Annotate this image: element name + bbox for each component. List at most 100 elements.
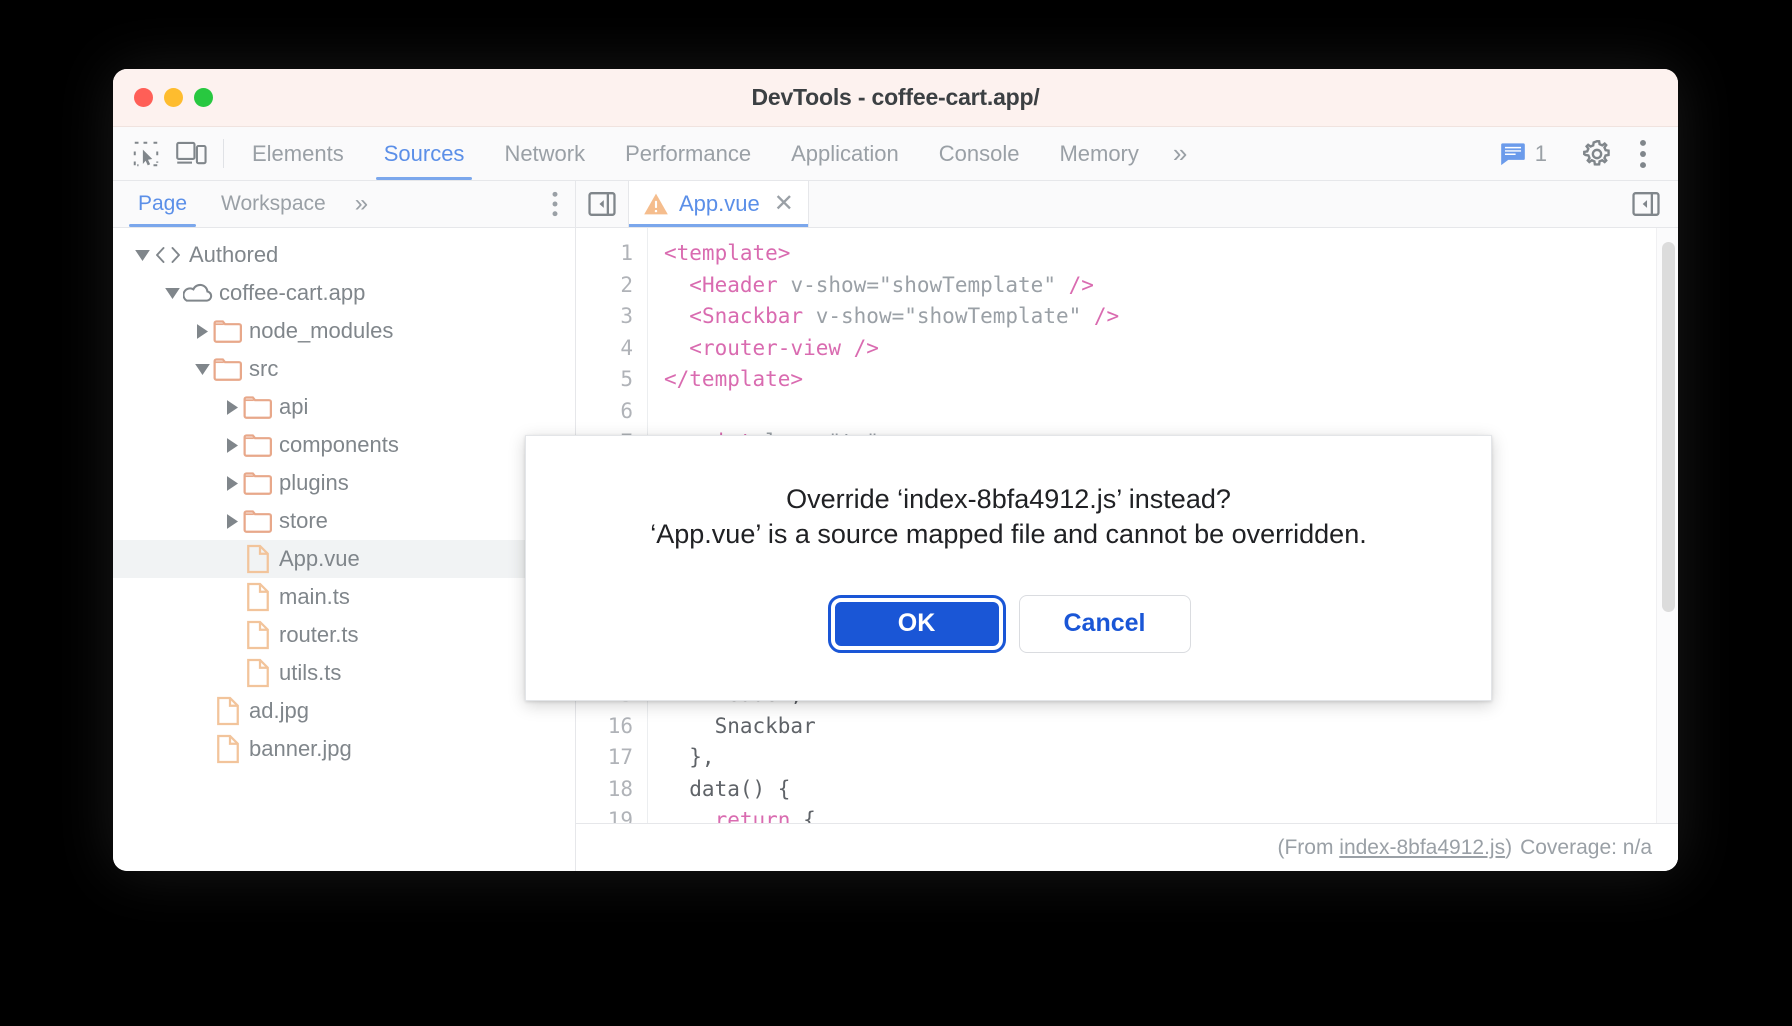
twisty-down-icon[interactable] (191, 364, 213, 375)
tree-row-label: banner.jpg (249, 736, 352, 762)
gear-icon[interactable] (1574, 138, 1620, 170)
code-line[interactable]: <template> (664, 238, 1678, 270)
tree-row[interactable]: App.vue (113, 540, 575, 578)
vertical-dots-icon[interactable] (1620, 138, 1666, 170)
twisty-right-icon[interactable] (221, 476, 243, 491)
file-icon (213, 734, 243, 764)
cancel-button[interactable]: Cancel (1019, 595, 1191, 653)
twisty-right-icon[interactable] (191, 324, 213, 339)
tree-row[interactable]: ad.jpg (113, 692, 575, 730)
code-line[interactable]: return { (664, 805, 1678, 823)
editor-statusbar: (From index-8bfa4912.js) Coverage: n/a (576, 823, 1678, 871)
tree-row[interactable]: components (113, 426, 575, 464)
code-token: <router-view /> (689, 336, 879, 360)
from-suffix: ) (1505, 836, 1512, 859)
code-token: <Header (689, 273, 778, 297)
ok-button[interactable]: OK (831, 598, 1003, 650)
line-number: 19 (576, 805, 633, 823)
tree-row[interactable]: coffee-cart.app (113, 274, 575, 312)
editor-vertical-scrollbar[interactable] (1656, 228, 1678, 823)
code-token (664, 808, 715, 823)
tree-row[interactable]: plugins (113, 464, 575, 502)
main-tabbar-actions: 1 (1490, 127, 1678, 180)
code-line[interactable]: <router-view /> (664, 333, 1678, 365)
file-icon (243, 582, 273, 612)
tree-row[interactable]: banner.jpg (113, 730, 575, 768)
code-token: Snackbar (664, 714, 816, 738)
tab-memory[interactable]: Memory (1039, 127, 1158, 180)
code-token (664, 273, 689, 297)
source-origin-link[interactable]: index-8bfa4912.js (1339, 836, 1505, 859)
warning-triangle-icon (643, 192, 669, 216)
navigator-more-chevron-icon[interactable]: » (343, 181, 380, 227)
twisty-down-icon[interactable] (131, 250, 153, 261)
code-line[interactable]: data() { (664, 774, 1678, 806)
nav-tab-workspace[interactable]: Workspace (204, 181, 343, 227)
cloud-icon (183, 282, 213, 304)
show-debugger-icon[interactable] (1620, 190, 1672, 218)
code-token: <template (664, 241, 778, 265)
line-number: 2 (576, 270, 633, 302)
folder-icon (243, 470, 273, 496)
console-messages-badge[interactable]: 1 (1490, 141, 1557, 167)
tab-console[interactable]: Console (919, 127, 1040, 180)
tree-row[interactable]: src (113, 350, 575, 388)
line-number: 18 (576, 774, 633, 806)
editor-tab-app-vue[interactable]: App.vue ✕ (628, 181, 809, 227)
window-titlebar: DevTools - coffee-cart.app/ (113, 69, 1678, 127)
nav-tab-page[interactable]: Page (121, 181, 204, 227)
file-icon (243, 658, 273, 688)
twisty-right-icon[interactable] (221, 400, 243, 415)
editor-scrollbar-thumb[interactable] (1662, 242, 1675, 612)
file-tree[interactable]: Authored coffee-cart.app node_modulessrcap… (113, 228, 575, 871)
code-line[interactable]: <Header v-show="showTemplate" /> (664, 270, 1678, 302)
devtools-main-tabbar: Elements Sources Network Performance App… (113, 127, 1678, 181)
tree-row-label: coffee-cart.app (219, 280, 365, 306)
code-line[interactable]: }, (664, 742, 1678, 774)
tab-network[interactable]: Network (484, 127, 605, 180)
inspect-element-icon[interactable] (123, 127, 169, 180)
twisty-down-icon[interactable] (161, 288, 183, 299)
tree-row-label: utils.ts (279, 660, 341, 686)
more-tabs-chevron-icon[interactable]: » (1159, 127, 1201, 180)
device-toolbar-icon[interactable] (169, 127, 215, 180)
toolbar-divider (223, 139, 224, 168)
editor-tabbar: App.vue ✕ (576, 181, 1678, 228)
twisty-right-icon[interactable] (221, 438, 243, 453)
tab-elements[interactable]: Elements (232, 127, 364, 180)
close-icon[interactable]: ✕ (774, 192, 794, 216)
tree-row[interactable]: api (113, 388, 575, 426)
code-token: }, (664, 745, 715, 769)
file-icon (243, 544, 273, 574)
tab-application[interactable]: Application (771, 127, 919, 180)
navigator-tabbar: Page Workspace » (113, 181, 575, 228)
override-confirm-dialog: Override ‘index-8bfa4912.js’ instead? ‘A… (525, 435, 1492, 701)
folder-icon (243, 394, 273, 420)
tree-row[interactable]: store (113, 502, 575, 540)
line-number: 5 (576, 364, 633, 396)
tree-row[interactable]: utils.ts (113, 654, 575, 692)
tree-row[interactable]: node_modules (113, 312, 575, 350)
code-line[interactable]: </template> (664, 364, 1678, 396)
file-icon (213, 696, 243, 726)
tree-row[interactable]: router.ts (113, 616, 575, 654)
folder-icon (213, 318, 243, 344)
tab-performance[interactable]: Performance (605, 127, 771, 180)
folder-icon (213, 356, 243, 382)
twisty-right-icon[interactable] (221, 514, 243, 529)
tree-row[interactable]: Authored (113, 236, 575, 274)
code-line[interactable]: <Snackbar v-show="showTemplate" /> (664, 301, 1678, 333)
line-number: 1 (576, 238, 633, 270)
dialog-message: Override ‘index-8bfa4912.js’ instead? ‘A… (624, 482, 1392, 551)
show-navigator-icon[interactable] (576, 181, 628, 227)
tree-row[interactable]: main.ts (113, 578, 575, 616)
navigator-vertical-dots-icon[interactable] (535, 181, 575, 227)
code-line[interactable] (664, 396, 1678, 428)
code-token: "showTemplate" (879, 273, 1056, 297)
folder-icon (243, 432, 273, 458)
code-token: { (790, 808, 815, 823)
code-line[interactable]: Snackbar (664, 711, 1678, 743)
tree-row-label: Authored (189, 242, 278, 268)
tree-row-label: ad.jpg (249, 698, 309, 724)
tab-sources[interactable]: Sources (364, 127, 485, 180)
